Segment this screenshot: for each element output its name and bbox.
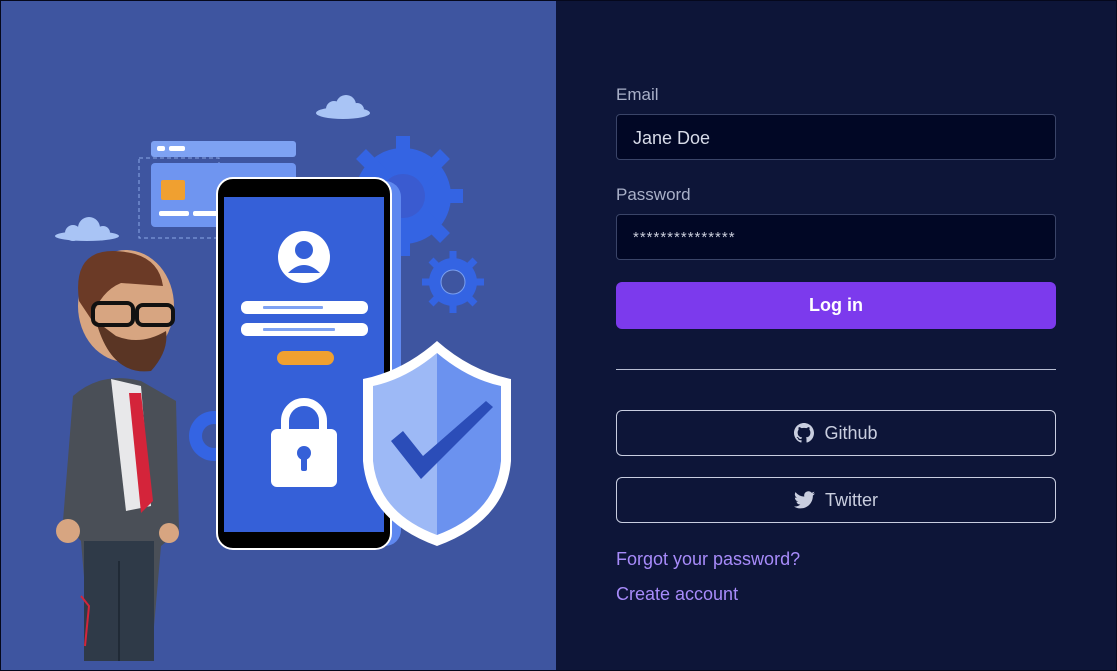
login-button[interactable]: Log in bbox=[616, 282, 1056, 329]
businessman-avatar bbox=[56, 250, 179, 661]
twitter-button[interactable]: Twitter bbox=[616, 477, 1056, 523]
gear-icon bbox=[422, 251, 484, 313]
github-label: Github bbox=[824, 422, 878, 443]
security-login-illustration bbox=[55, 95, 511, 661]
github-button[interactable]: Github bbox=[616, 410, 1056, 456]
login-panel: Email Jane Doe Password *************** … bbox=[556, 1, 1116, 670]
create-account-link[interactable]: Create account bbox=[616, 584, 738, 605]
password-label: Password bbox=[616, 185, 691, 204]
email-field[interactable]: Jane Doe bbox=[616, 114, 1056, 160]
password-field[interactable]: *************** bbox=[616, 214, 1056, 260]
email-label: Email bbox=[616, 85, 659, 104]
cloud-icon bbox=[316, 95, 370, 119]
illustration-panel bbox=[1, 1, 556, 670]
github-icon bbox=[794, 423, 815, 443]
login-window: Email Jane Doe Password *************** … bbox=[0, 0, 1117, 671]
forgot-password-link[interactable]: Forgot your password? bbox=[616, 549, 800, 570]
twitter-icon bbox=[793, 491, 815, 509]
twitter-label: Twitter bbox=[824, 489, 878, 510]
cloud-icon bbox=[55, 217, 119, 241]
divider bbox=[616, 369, 1056, 370]
